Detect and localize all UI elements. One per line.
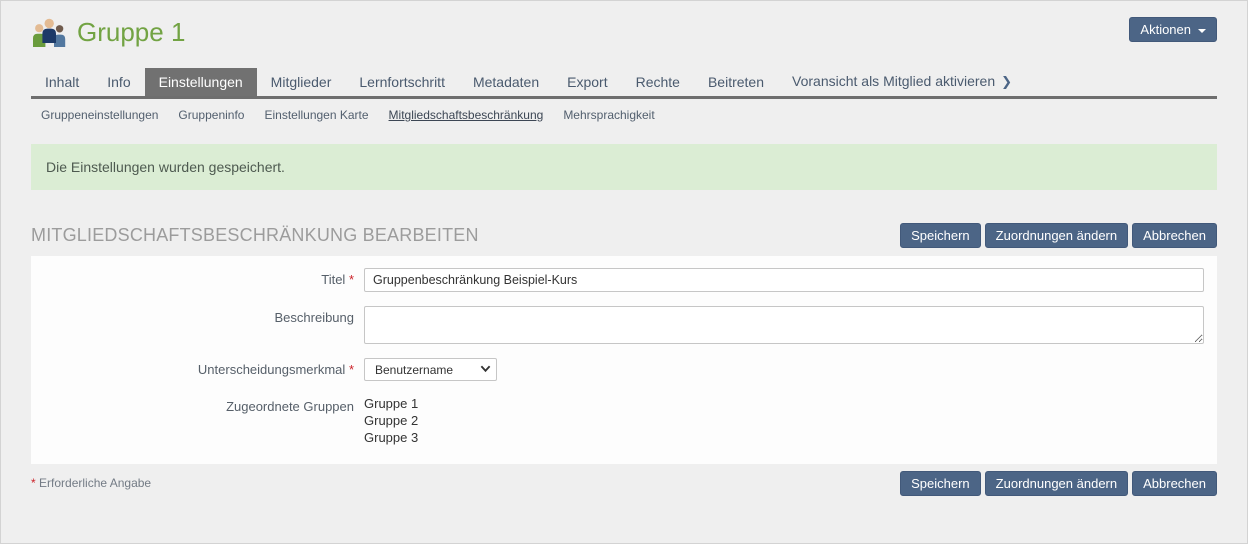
form-header-row: MITGLIEDSCHAFTSBESCHRÄNKUNG BEARBEITEN S… bbox=[31, 223, 1217, 248]
save-button-top[interactable]: Speichern bbox=[900, 223, 981, 248]
form-toolbar-top: Speichern Zuordnungen ändern Abbrechen bbox=[900, 223, 1217, 248]
assigned-group-item: Gruppe 1 bbox=[364, 395, 1204, 412]
subtab-gruppeneinstellungen[interactable]: Gruppeneinstellungen bbox=[31, 106, 168, 124]
save-button-bottom[interactable]: Speichern bbox=[900, 471, 981, 496]
subtab-gruppeninfo[interactable]: Gruppeninfo bbox=[168, 106, 254, 124]
cancel-button-bottom[interactable]: Abbrechen bbox=[1132, 471, 1217, 496]
tab-metadaten[interactable]: Metadaten bbox=[459, 68, 553, 96]
unterscheidungsmerkmal-select[interactable]: Benutzername bbox=[364, 358, 497, 381]
actions-button-label: Aktionen bbox=[1140, 22, 1191, 37]
actions-button[interactable]: Aktionen bbox=[1129, 17, 1217, 42]
assigned-group-item: Gruppe 3 bbox=[364, 429, 1204, 446]
assigned-groups-list: Gruppe 1 Gruppe 2 Gruppe 3 bbox=[364, 395, 1204, 446]
form-section-title: MITGLIEDSCHAFTSBESCHRÄNKUNG BEARBEITEN bbox=[31, 225, 479, 246]
required-asterisk: * bbox=[349, 272, 354, 287]
form-row-titel: Titel * bbox=[31, 268, 1204, 292]
subtab-mehrsprachigkeit[interactable]: Mehrsprachigkeit bbox=[553, 106, 664, 124]
unterscheidungsmerkmal-label: Unterscheidungsmerkmal * bbox=[31, 358, 364, 381]
main-tabbar: Inhalt Info Einstellungen Mitglieder Ler… bbox=[31, 67, 1217, 99]
required-asterisk: * bbox=[349, 362, 354, 377]
tab-info[interactable]: Info bbox=[93, 68, 144, 96]
page-header: Gruppe 1 Aktionen bbox=[31, 1, 1217, 47]
caret-down-icon bbox=[1198, 29, 1206, 33]
success-message: Die Einstellungen wurden gespeichert. bbox=[31, 144, 1217, 190]
beschreibung-textarea[interactable] bbox=[364, 306, 1204, 344]
ilias-group-settings-page: Gruppe 1 Aktionen Inhalt Info Einstellun… bbox=[0, 0, 1248, 544]
subtab-mitgliedschaftsbeschraenkung[interactable]: Mitgliedschaftsbeschränkung bbox=[379, 106, 554, 124]
form-row-beschreibung: Beschreibung bbox=[31, 306, 1204, 344]
titel-label: Titel * bbox=[31, 268, 364, 292]
tab-rechte[interactable]: Rechte bbox=[622, 68, 694, 96]
chevron-right-icon: ❯ bbox=[1001, 74, 1012, 89]
membership-restriction-form: Titel * Beschreibung Unterscheidungsmerk… bbox=[31, 256, 1217, 464]
tab-lernfortschritt[interactable]: Lernfortschritt bbox=[345, 68, 459, 96]
tab-voransicht-als-mitglied[interactable]: Voransicht als Mitglied aktivieren ❯ bbox=[778, 67, 1026, 96]
form-row-zugeordnete-gruppen: Zugeordnete Gruppen Gruppe 1 Gruppe 2 Gr… bbox=[31, 395, 1204, 446]
change-assignments-button-bottom[interactable]: Zuordnungen ändern bbox=[985, 471, 1128, 496]
success-message-text: Die Einstellungen wurden gespeichert. bbox=[46, 159, 285, 175]
zugeordnete-gruppen-label: Zugeordnete Gruppen bbox=[31, 395, 364, 446]
form-row-unterscheidungsmerkmal: Unterscheidungsmerkmal * Benutzername bbox=[31, 358, 1204, 381]
form-footer-row: * Erforderliche Angabe Speichern Zuordnu… bbox=[31, 471, 1217, 510]
page-title: Gruppe 1 bbox=[77, 18, 185, 47]
tab-einstellungen[interactable]: Einstellungen bbox=[145, 68, 257, 96]
sub-tabbar: Gruppeneinstellungen Gruppeninfo Einstel… bbox=[31, 99, 1217, 131]
required-note: * Erforderliche Angabe bbox=[31, 471, 151, 490]
tab-voransicht-label: Voransicht als Mitglied aktivieren bbox=[792, 73, 995, 89]
change-assignments-button-top[interactable]: Zuordnungen ändern bbox=[985, 223, 1128, 248]
subtab-einstellungen-karte[interactable]: Einstellungen Karte bbox=[254, 106, 378, 124]
cancel-button-top[interactable]: Abbrechen bbox=[1132, 223, 1217, 248]
form-toolbar-bottom: Speichern Zuordnungen ändern Abbrechen bbox=[900, 471, 1217, 496]
tab-inhalt[interactable]: Inhalt bbox=[31, 68, 93, 96]
tab-beitreten[interactable]: Beitreten bbox=[694, 68, 778, 96]
group-users-icon bbox=[31, 17, 67, 47]
tab-mitglieder[interactable]: Mitglieder bbox=[257, 68, 346, 96]
tab-export[interactable]: Export bbox=[553, 68, 621, 96]
beschreibung-label: Beschreibung bbox=[31, 306, 364, 344]
required-asterisk: * bbox=[31, 476, 36, 490]
assigned-group-item: Gruppe 2 bbox=[364, 412, 1204, 429]
titel-input[interactable] bbox=[364, 268, 1204, 292]
